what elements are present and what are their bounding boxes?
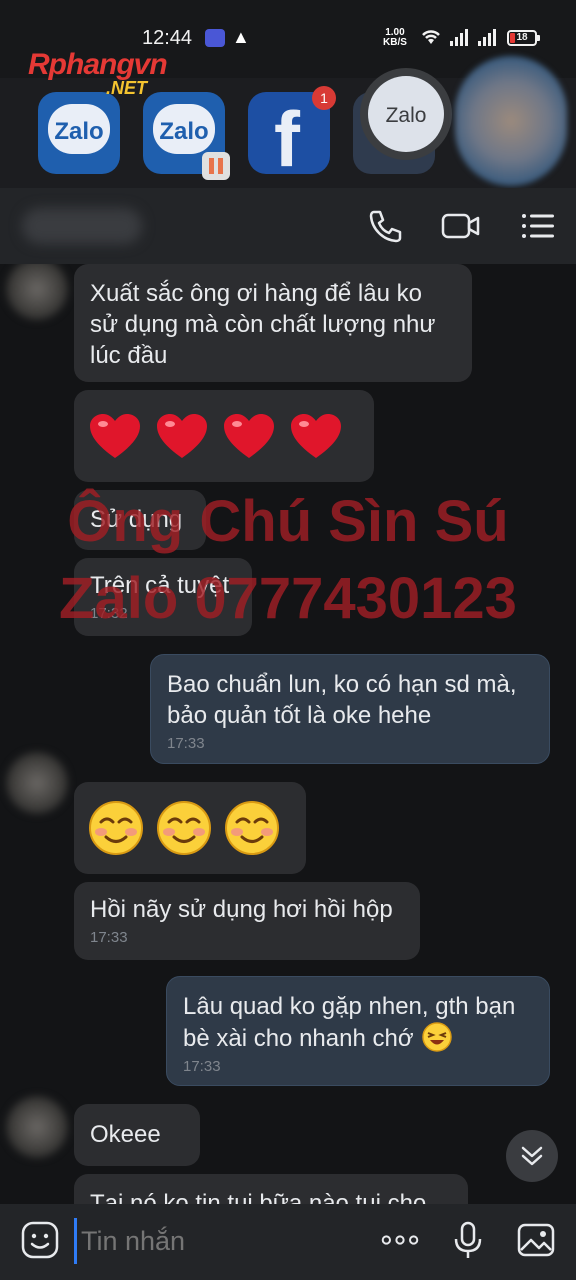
smiling-face-emoji bbox=[224, 800, 280, 856]
message-timestamp: 17:33 bbox=[167, 735, 205, 752]
message-text: lúc đầu bbox=[90, 342, 168, 369]
message-bubble-outgoing[interactable]: Lâu quad ko gặp nhen, gth bạn bè xài cho… bbox=[166, 976, 550, 1086]
message-bubble-incoming[interactable]: Hồi nãy sử dụng hơi hồi hộp 17:33 bbox=[74, 882, 420, 960]
message-bubble-incoming[interactable]: Xuất sắc ông ơi hàng để lâu ko sử dụng m… bbox=[74, 264, 472, 382]
zalo-floating-chat-head[interactable]: Zalo bbox=[360, 68, 452, 160]
message-bubble-outgoing[interactable]: Bao chuẩn lun, ko có hạn sd mà, bảo quản… bbox=[150, 654, 550, 764]
image-icon[interactable] bbox=[516, 1220, 556, 1260]
network-speed-unit: KB/S bbox=[383, 37, 407, 48]
message-text: Xuất sắc ông ơi hàng để lâu ko bbox=[90, 280, 422, 307]
chat-header bbox=[0, 188, 576, 264]
message-timestamp: 17:33 bbox=[90, 929, 128, 946]
message-text: bè xài cho nhanh chớ bbox=[183, 1025, 414, 1052]
message-text: bảo quản tốt là oke hehe bbox=[167, 702, 432, 729]
warning-icon: ▲ bbox=[232, 27, 250, 47]
zalo-app-icon[interactable]: Zalo bbox=[38, 92, 120, 174]
smiling-face-emoji bbox=[156, 800, 212, 856]
smiling-face-emoji bbox=[88, 800, 144, 856]
message-text: Bao chuẩn lun, ko có hạn sd mà, bbox=[167, 671, 517, 698]
sender-avatar[interactable] bbox=[6, 1096, 68, 1158]
contact-name-blurred bbox=[22, 208, 142, 244]
heart-emoji bbox=[222, 412, 276, 458]
message-text: Sử dụng bbox=[90, 506, 183, 533]
zalo-app-label: Zalo bbox=[159, 118, 209, 145]
notification-badge: 1 bbox=[312, 86, 336, 110]
message-text: sử dụng mà còn chất lượng như bbox=[90, 311, 436, 338]
status-time: 12:44 bbox=[142, 27, 193, 49]
message-text: Tại nó ko tin tui bữa nào tui cho bbox=[90, 1190, 427, 1204]
heart-emoji bbox=[155, 412, 209, 458]
sender-avatar[interactable] bbox=[6, 264, 68, 320]
floating-bubble-label: Zalo bbox=[385, 104, 427, 127]
message-text: Okeee bbox=[90, 1121, 161, 1148]
phone-icon[interactable] bbox=[365, 206, 405, 246]
zalo-app-label: Zalo bbox=[54, 118, 104, 145]
message-bubble-incoming[interactable]: Trên cả tuyệt 17:32 bbox=[74, 558, 252, 636]
logo-text: Rphangvn bbox=[28, 48, 168, 81]
wifi-icon bbox=[422, 30, 440, 44]
emoji-icon[interactable] bbox=[20, 1220, 60, 1260]
double-chevron-down-icon bbox=[521, 1146, 543, 1166]
battery-indicator: 18 bbox=[507, 30, 540, 46]
signal-icon bbox=[478, 29, 496, 46]
laughing-face-emoji bbox=[422, 1022, 452, 1052]
message-text: Lâu quad ko gặp nhen, gth bạn bbox=[183, 993, 516, 1020]
message-timestamp: 17:33 bbox=[183, 1058, 221, 1075]
signal-icon bbox=[450, 29, 468, 46]
more-icon[interactable] bbox=[380, 1220, 420, 1260]
dual-app-icon bbox=[202, 152, 230, 180]
logo-suffix: .NET bbox=[106, 78, 148, 98]
message-bubble-incoming[interactable] bbox=[74, 782, 306, 874]
microphone-icon[interactable] bbox=[448, 1220, 488, 1260]
video-call-icon[interactable] bbox=[441, 206, 481, 246]
scroll-to-bottom-button[interactable] bbox=[506, 1130, 558, 1182]
site-watermark-logo: Rphangvn .NET bbox=[28, 48, 208, 100]
menu-icon[interactable] bbox=[518, 206, 558, 246]
heart-emoji bbox=[289, 412, 343, 458]
message-bubble-incoming[interactable]: Sử dụng bbox=[74, 490, 206, 550]
blurred-avatar-chat-head[interactable] bbox=[455, 56, 567, 186]
message-text: Trên cả tuyệt bbox=[90, 572, 230, 599]
message-list[interactable]: Xuất sắc ông ơi hàng để lâu ko sử dụng m… bbox=[0, 264, 576, 1204]
message-input[interactable] bbox=[74, 1218, 364, 1264]
notification-app-icon bbox=[205, 29, 225, 47]
heart-emoji bbox=[88, 412, 142, 458]
message-bubble-incoming[interactable] bbox=[74, 390, 374, 482]
facebook-logo: f bbox=[274, 95, 300, 183]
message-bubble-incoming[interactable]: Tại nó ko tin tui bữa nào tui cho bbox=[74, 1174, 468, 1204]
sender-avatar[interactable] bbox=[6, 752, 68, 814]
network-speed: 1.00 KB/S bbox=[383, 28, 407, 48]
message-bubble-incoming[interactable]: Okeee bbox=[74, 1104, 200, 1166]
message-text: Hồi nãy sử dụng hơi hồi hộp bbox=[90, 896, 393, 923]
message-timestamp: 17:32 bbox=[90, 605, 128, 622]
